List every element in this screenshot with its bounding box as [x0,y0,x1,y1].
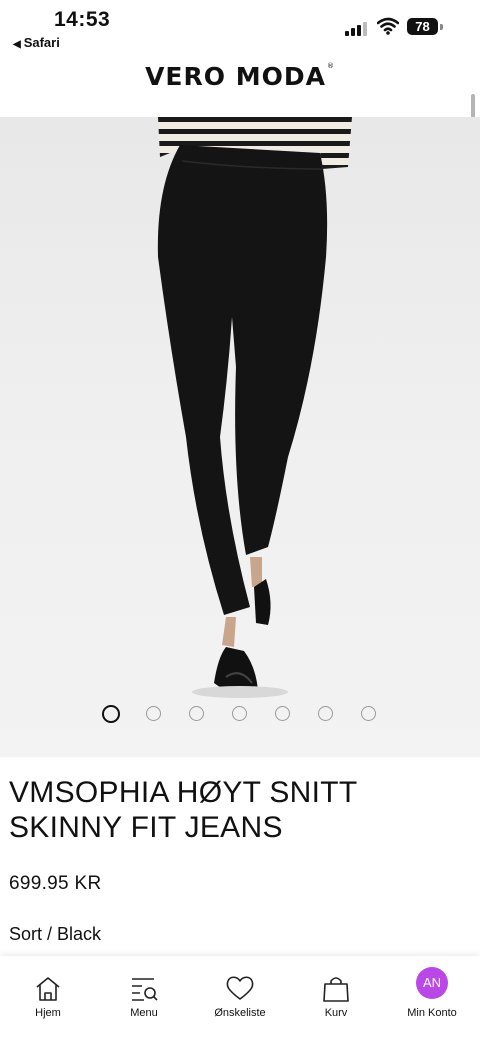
carousel-dot-4[interactable] [232,706,247,721]
carousel-dot-3[interactable] [189,706,204,721]
battery-icon: 78 [407,18,438,35]
product-price: 699.95 KR [9,873,102,894]
bag-icon [323,977,349,1002]
back-arrow-icon: ◀ [13,39,21,50]
home-icon [36,977,60,1001]
carousel-dot-5[interactable] [275,706,290,721]
tab-home[interactable]: Hjem [0,956,96,1039]
brand-name: VERO MODA [145,62,326,91]
back-label: Safari [23,35,60,50]
status-time: 14:53 [54,8,111,31]
avatar: AN [416,967,448,999]
battery-tip [440,24,443,30]
carousel-dot-1[interactable] [102,705,120,723]
cellular-signal-icon [345,20,369,36]
brand-logo[interactable]: VERO MODA® [0,62,480,91]
tab-wishlist-label: Ønskeliste [214,1007,266,1019]
tab-account[interactable]: AN Min Konto [384,956,480,1039]
tab-wishlist[interactable]: Ønskeliste [192,956,288,1039]
image-carousel-dots [0,705,480,724]
back-to-safari[interactable]: ◀ Safari [13,35,60,50]
product-color[interactable]: Sort / Black [9,924,101,945]
tab-cart[interactable]: Kurv [288,956,384,1039]
tab-menu-label: Menu [130,1007,158,1019]
heart-icon [226,976,254,1000]
tab-account-label: Min Konto [407,1007,457,1019]
tab-menu[interactable]: Menu [96,956,192,1039]
carousel-dot-6[interactable] [318,706,333,721]
menu-search-icon [132,978,158,1001]
product-photo [157,117,352,698]
tab-cart-label: Kurv [324,1007,348,1019]
bottom-tab-bar: Hjem Menu Ønskeliste Kurv AN Min Konto [0,956,480,1039]
wifi-icon [377,17,399,35]
status-bar: 14:53 ◀ Safari 78 [0,0,480,56]
registered-mark: ® [326,62,335,70]
tab-home-label: Hjem [35,1007,61,1019]
product-title: VMSOPHIA HØYT SNITT SKINNY FIT JEANS [9,776,357,844]
product-image[interactable] [0,117,480,757]
carousel-dot-2[interactable] [146,706,161,721]
carousel-dot-7[interactable] [361,706,376,721]
